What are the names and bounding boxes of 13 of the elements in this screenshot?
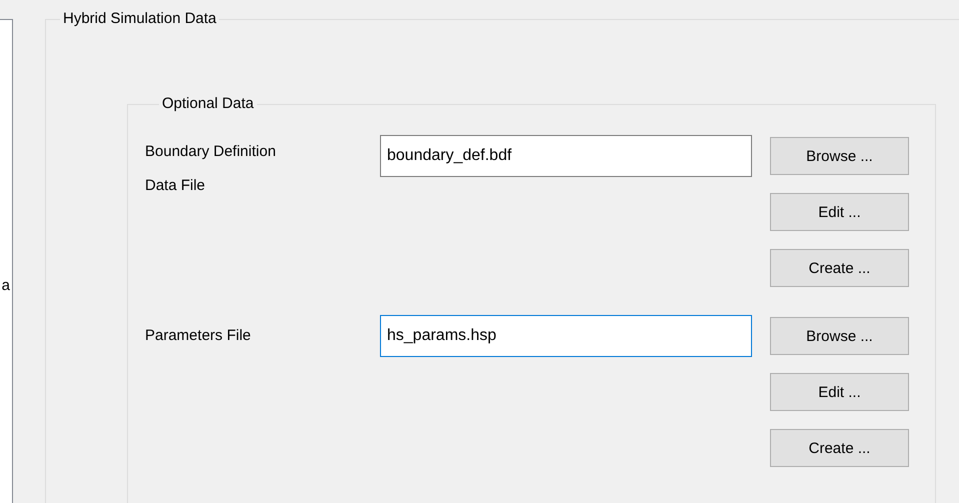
file-action-button[interactable]: Create ... [770, 249, 909, 287]
group-title: Hybrid Simulation Data [62, 10, 218, 28]
file-path-field[interactable]: boundary_def.bdf [380, 135, 752, 177]
file-action-button[interactable]: Browse ... [770, 137, 909, 175]
file-action-button[interactable]: Edit ... [770, 193, 909, 231]
group-title: Optional Data [161, 95, 255, 113]
list-text: a [2, 276, 11, 296]
file-action-button[interactable]: Browse ... [770, 317, 909, 355]
file-action-button[interactable]: Edit ... [770, 373, 909, 411]
field-label: Parameters File [145, 326, 252, 346]
file-path-field[interactable]: hs_params.hsp [380, 315, 752, 357]
field-label: Boundary Definition Data File [145, 142, 277, 196]
file-action-button[interactable]: Create ... [770, 429, 909, 467]
